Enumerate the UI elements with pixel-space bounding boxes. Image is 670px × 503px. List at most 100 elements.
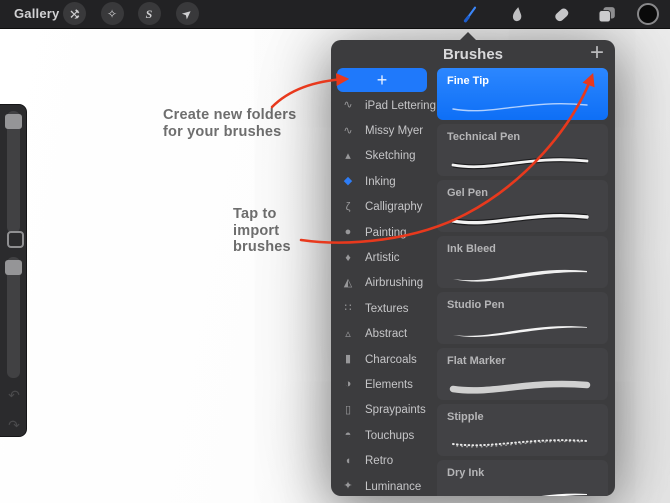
category-label: Charcoals bbox=[365, 353, 417, 366]
brush-name: Studio Pen bbox=[447, 299, 505, 311]
size-slider-handle[interactable] bbox=[5, 114, 22, 129]
brush-category-item[interactable]: ◭ Airbrushing bbox=[331, 271, 437, 296]
opacity-slider-handle[interactable] bbox=[5, 260, 22, 275]
brush-name: Fine Tip bbox=[447, 75, 489, 87]
category-icon: ◆ bbox=[343, 175, 353, 188]
category-label: Spraypaints bbox=[365, 404, 426, 417]
brush-stroke-preview bbox=[445, 261, 595, 287]
brush-category-list: ∿ iPad Lettering ∿ Missy Myer ▴ Sketchin… bbox=[331, 93, 437, 496]
import-brush-plus-button[interactable]: + bbox=[590, 40, 604, 67]
category-label: Calligraphy bbox=[365, 201, 423, 214]
tool-icon: ✧ bbox=[106, 6, 118, 21]
brush-stroke-preview bbox=[445, 93, 595, 119]
category-icon: ◖ bbox=[344, 454, 352, 467]
smudge-tool-button[interactable] bbox=[504, 2, 528, 26]
undo-icon[interactable]: ↶ bbox=[3, 387, 25, 404]
category-icon: ● bbox=[344, 226, 352, 239]
brush-category-item[interactable]: ∷ Textures bbox=[331, 296, 437, 321]
layers-tool-button[interactable] bbox=[594, 2, 618, 26]
brush-stroke-preview bbox=[445, 485, 595, 496]
category-icon: ◓ bbox=[344, 429, 352, 442]
category-icon: ◑ bbox=[344, 378, 352, 391]
annotation-line: brushes bbox=[233, 239, 291, 255]
size-slider[interactable] bbox=[7, 111, 20, 233]
brushes-panel: Brushes + + ∿ iPad Lettering ∿ Missy Mye… bbox=[331, 32, 615, 496]
brush-card[interactable]: Gel Pen bbox=[437, 180, 608, 232]
category-label: Inking bbox=[365, 175, 396, 188]
brush-tool-button[interactable] bbox=[458, 2, 482, 26]
toolbar-tool-button[interactable]: ⚒ bbox=[62, 2, 86, 25]
plus-icon: + bbox=[376, 69, 388, 90]
brush-card[interactable]: Stipple bbox=[437, 404, 608, 456]
tool-icon: S bbox=[145, 6, 153, 21]
category-icon: ♦ bbox=[345, 251, 351, 264]
category-icon: ▴ bbox=[345, 149, 351, 162]
brush-category-item[interactable]: ▴ Sketching bbox=[331, 144, 437, 169]
tool-icon: ➤ bbox=[178, 4, 196, 23]
panel-title: Brushes bbox=[442, 46, 504, 63]
brush-stroke-preview bbox=[445, 373, 595, 399]
brush-card[interactable]: Studio Pen bbox=[437, 292, 608, 344]
annotation-line: import bbox=[233, 222, 280, 239]
category-icon: ✦ bbox=[343, 480, 353, 493]
category-icon: ▯ bbox=[344, 403, 352, 416]
eraser-tool-button[interactable] bbox=[549, 2, 573, 26]
brush-card[interactable]: Flat Marker bbox=[437, 348, 608, 400]
brush-card[interactable]: Technical Pen bbox=[437, 124, 608, 176]
brush-stroke-preview bbox=[445, 317, 595, 343]
category-label: Luminance bbox=[365, 480, 422, 493]
new-folder-button[interactable]: + bbox=[337, 68, 427, 92]
tap-import-annotation: Tap to import brushes bbox=[233, 206, 291, 256]
category-label: Missy Myer bbox=[365, 125, 424, 138]
layers-icon bbox=[598, 6, 615, 22]
category-icon: ▮ bbox=[344, 353, 352, 366]
brush-category-item[interactable]: ▯ Spraypaints bbox=[331, 398, 437, 423]
brush-category-item[interactable]: ζ Calligraphy bbox=[331, 195, 437, 220]
toolbar-tool-button[interactable]: S bbox=[137, 2, 161, 25]
brush-stroke-preview bbox=[445, 205, 595, 231]
brush-card[interactable]: Fine Tip bbox=[437, 68, 608, 120]
brush-category-item[interactable]: ◓ Touchups bbox=[331, 423, 437, 448]
brush-category-item[interactable]: ♦ Artistic bbox=[331, 245, 437, 270]
brush-name: Flat Marker bbox=[447, 355, 506, 367]
category-label: iPad Lettering bbox=[365, 99, 436, 112]
category-label: Elements bbox=[365, 378, 413, 391]
brush-category-item[interactable]: ◖ Retro bbox=[331, 448, 437, 473]
category-label: Artistic bbox=[365, 252, 400, 265]
brush-card[interactable]: Ink Bleed bbox=[437, 236, 608, 288]
eraser-icon bbox=[554, 8, 568, 21]
toolbar-tool-button[interactable]: ➤ bbox=[175, 2, 199, 25]
category-icon: ζ bbox=[345, 200, 351, 213]
brush-category-item[interactable]: ◑ Elements bbox=[331, 372, 437, 397]
brush-sidebar: ↶ ↷ bbox=[0, 104, 27, 437]
color-tool-button[interactable] bbox=[637, 3, 659, 25]
modify-button[interactable] bbox=[7, 231, 24, 248]
brush-category-item[interactable]: ◆ Inking bbox=[331, 169, 437, 194]
brush-category-item[interactable]: ∿ Missy Myer bbox=[331, 118, 437, 143]
brush-category-item[interactable]: ▮ Charcoals bbox=[331, 347, 437, 372]
brush-category-item[interactable]: ✦ Luminance bbox=[331, 474, 437, 496]
category-icon: ▵ bbox=[345, 327, 351, 340]
category-label: Airbrushing bbox=[365, 277, 424, 290]
category-label: Abstract bbox=[365, 328, 408, 341]
category-icon: ∷ bbox=[344, 302, 352, 315]
annotation-line: Create new folders bbox=[163, 107, 297, 123]
category-icon: ∿ bbox=[343, 124, 353, 137]
brush-category-item[interactable]: ● Painting bbox=[331, 220, 437, 245]
category-label: Retro bbox=[365, 455, 394, 468]
brush-stroke-preview bbox=[445, 429, 595, 455]
top-toolbar: Gallery ⚒ ✧ S ➤ bbox=[0, 0, 670, 29]
annotation-line: for your brushes bbox=[163, 123, 282, 140]
redo-icon[interactable]: ↷ bbox=[3, 417, 25, 434]
gallery-button[interactable]: Gallery bbox=[14, 0, 60, 28]
brush-category-item[interactable]: ∿ iPad Lettering bbox=[331, 93, 437, 118]
brush-stroke-preview bbox=[445, 149, 595, 175]
brush-card[interactable]: Dry Ink bbox=[437, 460, 608, 496]
brush-category-item[interactable]: ▵ Abstract bbox=[331, 322, 437, 347]
opacity-slider[interactable] bbox=[7, 257, 20, 378]
toolbar-tool-button[interactable]: ✧ bbox=[100, 2, 124, 25]
brush-name: Technical Pen bbox=[447, 131, 521, 143]
category-icon: ∿ bbox=[343, 99, 353, 112]
brush-icon bbox=[463, 6, 477, 23]
tool-icon: ⚒ bbox=[66, 8, 81, 19]
